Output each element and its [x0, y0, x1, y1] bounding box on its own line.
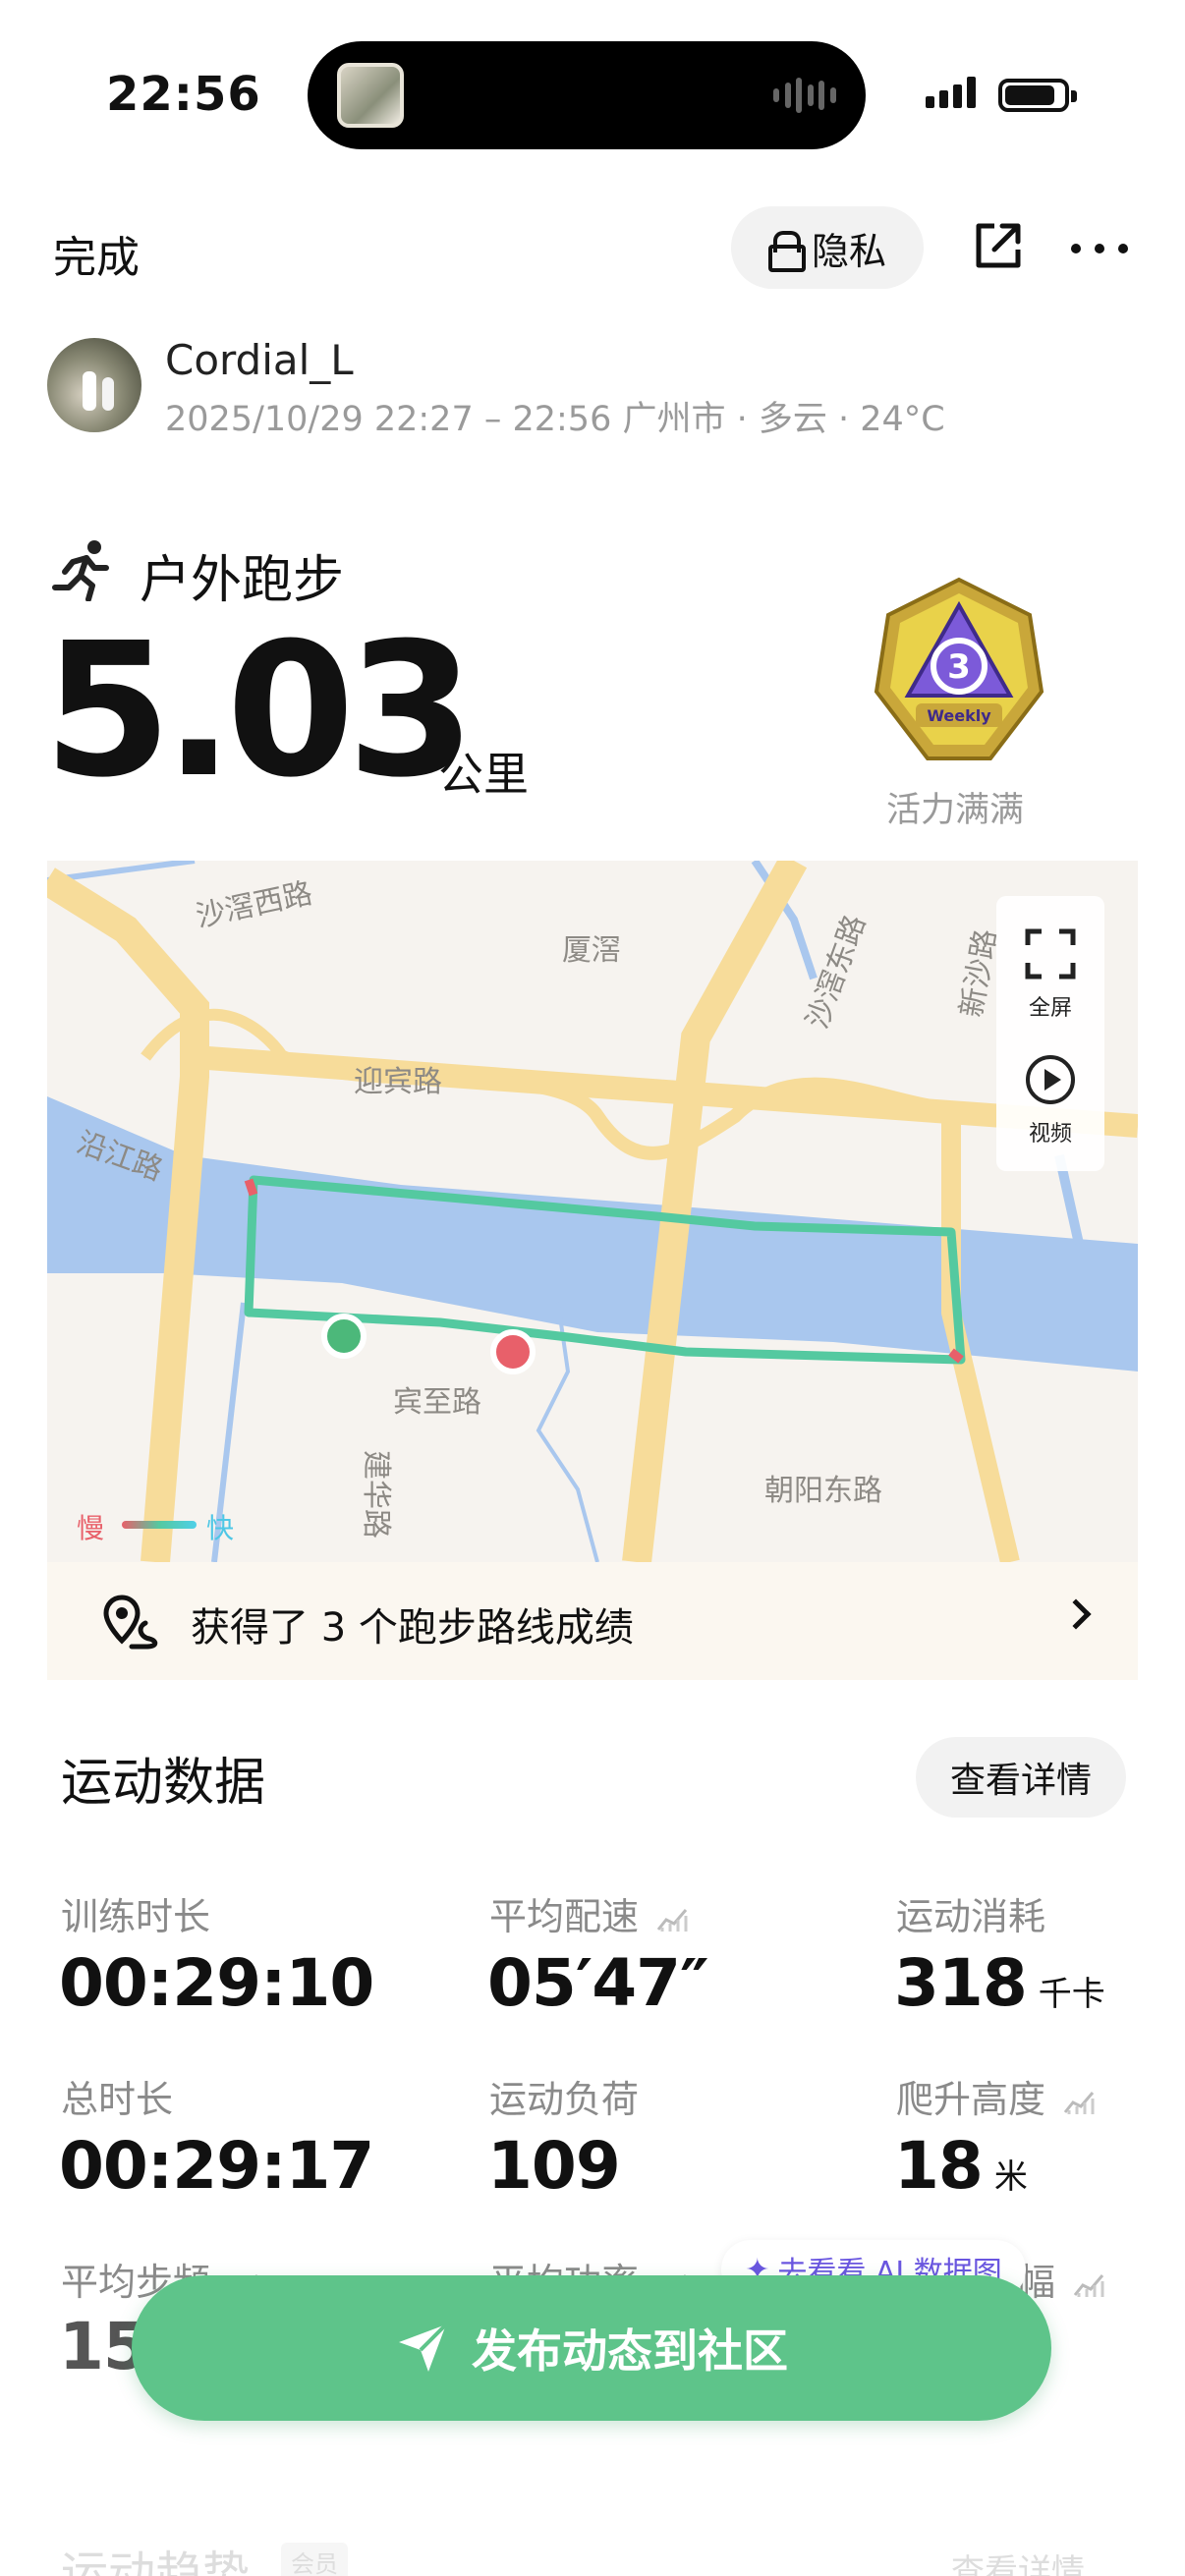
speed-gradient-bar [122, 1521, 197, 1529]
share-icon[interactable] [973, 220, 1024, 271]
username: Cordial_L [165, 336, 354, 384]
stat-unit: 米 [993, 2157, 1028, 2197]
stat-label-text: 爬升高度 [896, 2078, 1046, 2121]
map-label: 迎宾路 [354, 1065, 442, 1099]
dynamic-island[interactable] [308, 41, 866, 149]
lock-icon [767, 231, 806, 272]
privacy-button[interactable]: 隐私 [731, 206, 924, 289]
speed-slow-label: 慢 [77, 1512, 105, 1544]
trend-details-button[interactable]: 查看详情 [951, 2545, 1085, 2576]
avatar[interactable] [47, 338, 141, 432]
stat-label-training-load: 运动负荷 [489, 2078, 640, 2121]
trend-chart-icon[interactable] [1063, 2089, 1095, 2116]
stat-number: 318 [894, 1945, 1028, 2021]
route-map[interactable]: 沙滘西路 厦滘 沙滘东路 新沙路 迎宾路 沿江路 宾至路 建华路 朝阳东路 全屏… [47, 861, 1138, 1562]
route-achievement-bar[interactable]: 获得了 3 个跑步路线成绩 [47, 1562, 1138, 1680]
status-time: 22:56 [106, 67, 261, 122]
route-pin-icon [103, 1595, 158, 1650]
stat-unit: 千卡 [1038, 1975, 1105, 2014]
privacy-label: 隐私 [811, 229, 886, 273]
battery-icon [998, 79, 1077, 112]
stat-value-total-time: 00:29:17 [59, 2128, 374, 2204]
stat-label-training-time: 训练时长 [61, 1895, 211, 1938]
stats-details-button[interactable]: 查看详情 [916, 1737, 1126, 1818]
trend-title: 运动趋势 [61, 2547, 251, 2576]
member-tag: 会员 [281, 2543, 348, 2576]
map-label: 宾至路 [393, 1385, 481, 1420]
stat-value-calories: 318 千卡 [894, 1945, 1105, 2021]
stat-label-elevation: 爬升高度 [896, 2069, 1095, 2123]
route-achievement-text: 获得了 3 个跑步路线成绩 [191, 1605, 634, 1651]
badge-text: Weekly [927, 706, 991, 725]
map-controls: 全屏 视频 [996, 896, 1104, 1171]
distance-value: 5.03 [43, 603, 476, 818]
stat-value-elevation: 18 米 [894, 2128, 1028, 2204]
trend-chart-icon[interactable] [656, 1906, 688, 1933]
status-bar: 22:56 [0, 0, 1185, 187]
map-label: 建华路 [359, 1450, 393, 1539]
chevron-right-icon [1060, 1598, 1092, 1630]
publish-to-community-button[interactable]: 发布动态到社区 [132, 2275, 1051, 2421]
map-label: 朝阳东路 [764, 1474, 882, 1508]
map-label: 厦滘 [562, 933, 621, 968]
svg-text:3: 3 [947, 647, 971, 687]
workout-meta: 2025/10/29 22:27 – 22:56 广州市 · 多云 · 24°C [165, 400, 945, 439]
sport-type: 户外跑步 [140, 551, 345, 610]
weekly-badge-icon[interactable]: 3 Weekly [873, 576, 1045, 768]
fullscreen-label[interactable]: 全屏 [996, 990, 1104, 1022]
badge-label: 活力满满 [886, 791, 1025, 830]
stat-label-total-time: 总时长 [61, 2078, 174, 2121]
route-start-marker [321, 1314, 367, 1359]
stat-value-avg-pace: 05′47″ [487, 1945, 709, 2021]
video-label[interactable]: 视频 [996, 1116, 1104, 1148]
cellular-signal-icon [926, 77, 976, 108]
stats-title: 运动数据 [61, 1754, 266, 1813]
publish-label: 发布动态到社区 [472, 2324, 788, 2378]
now-playing-artwork [337, 63, 404, 128]
running-icon [52, 540, 109, 601]
stat-value-training-load: 109 [487, 2128, 621, 2204]
audio-wave-icon [773, 77, 836, 114]
stat-value-training-time: 00:29:10 [59, 1945, 374, 2021]
done-button[interactable]: 完成 [53, 222, 140, 285]
trend-chart-icon[interactable] [1073, 2271, 1104, 2299]
video-icon[interactable] [1024, 1053, 1077, 1106]
stat-number: 18 [894, 2128, 984, 2204]
stat-label-text: 平均配速 [489, 1895, 640, 1938]
fullscreen-icon[interactable] [1024, 927, 1077, 980]
route-end-marker [490, 1329, 536, 1374]
stat-label-avg-pace: 平均配速 [489, 1886, 688, 1940]
speed-fast-label: 快 [206, 1512, 235, 1544]
more-icon[interactable] [1071, 244, 1128, 253]
stat-label-calories: 运动消耗 [896, 1895, 1046, 1938]
send-icon [399, 2323, 448, 2372]
distance-unit: 公里 [438, 748, 529, 801]
